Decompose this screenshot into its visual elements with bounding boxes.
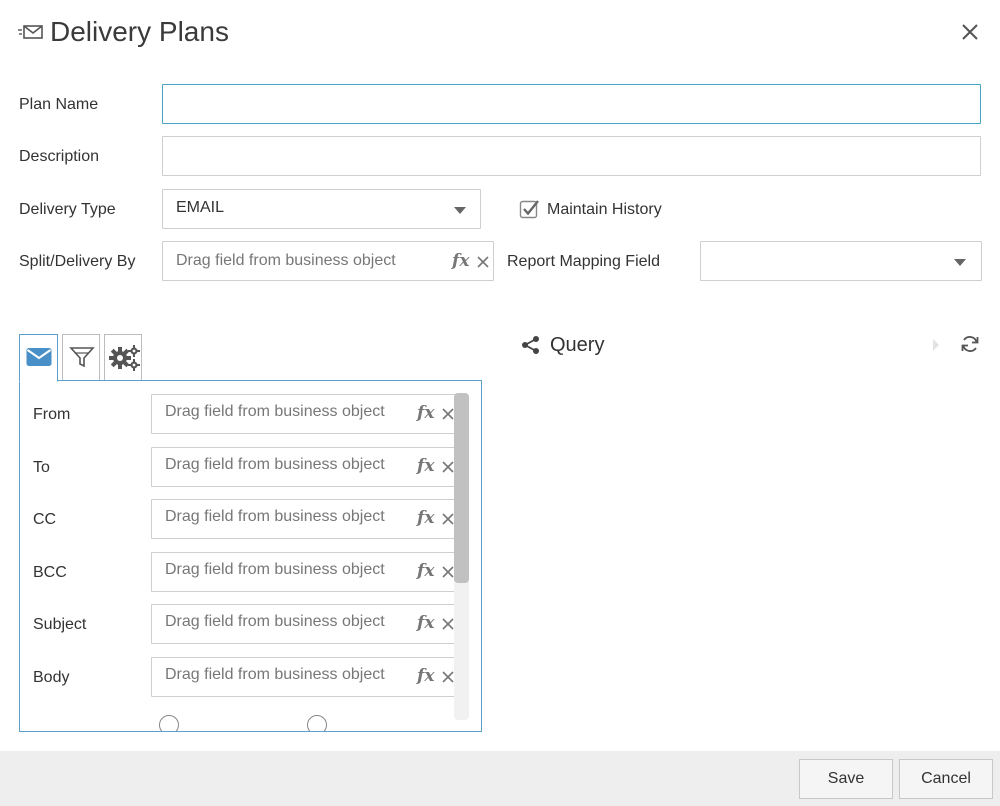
share-icon (521, 335, 541, 355)
play-icon[interactable] (931, 337, 941, 353)
email-field-label: From (33, 406, 71, 423)
email-settings-panel: From Drag field from business object fx To D… (19, 380, 482, 732)
tab-email[interactable] (19, 334, 58, 382)
description-label: Description (19, 148, 100, 165)
filter-icon (69, 345, 95, 374)
query-label: Query (550, 334, 605, 356)
email-field-placeholder: Drag field from business object (165, 560, 385, 578)
delivery-type-value: EMAIL (176, 199, 225, 216)
clear-icon[interactable] (441, 512, 455, 526)
report-mapping-select[interactable] (700, 241, 982, 281)
radio-button[interactable] (307, 715, 327, 731)
email-field-input[interactable]: Drag field from business object fx (151, 656, 461, 697)
save-button[interactable]: Save (799, 759, 893, 799)
email-field-input[interactable]: Drag field from business object fx (151, 446, 461, 487)
clear-icon[interactable] (441, 617, 455, 631)
email-field-placeholder: Drag field from business object (165, 403, 385, 420)
email-field-placeholder: Drag field from business object (165, 665, 385, 683)
dialog-title: Delivery Plans (50, 16, 229, 47)
fx-icon[interactable]: fx (417, 666, 434, 686)
email-field-input[interactable]: Drag field from business object fx (151, 551, 461, 592)
envelope-icon (26, 347, 52, 372)
fx-icon[interactable]: fx (417, 508, 434, 528)
close-icon[interactable] (958, 20, 982, 44)
radio-button[interactable] (159, 715, 179, 731)
tab-filter[interactable] (62, 334, 100, 380)
fx-icon[interactable]: fx (417, 613, 434, 633)
gears-icon (109, 344, 141, 377)
plan-name-label: Plan Name (19, 96, 99, 113)
maintain-history-checkbox[interactable] (519, 198, 541, 220)
description-input[interactable] (162, 136, 981, 176)
clear-icon[interactable] (441, 565, 455, 579)
email-field-input[interactable]: Drag field from business object fx (151, 604, 461, 644)
split-delivery-label: Split/Delivery By (19, 253, 136, 270)
email-field-label: Subject (33, 616, 87, 633)
chevron-down-icon (954, 259, 966, 266)
clear-icon[interactable] (441, 407, 455, 421)
report-mapping-label: Report Mapping Field (507, 253, 660, 270)
email-field-label: To (33, 458, 50, 476)
cancel-button[interactable]: Cancel (899, 759, 993, 799)
delivery-type-select[interactable]: EMAIL (162, 189, 481, 229)
fx-icon[interactable]: fx (417, 561, 434, 581)
email-field-label: BCC (33, 563, 67, 581)
panel-scrollbar[interactable] (454, 393, 469, 720)
delivery-type-label: Delivery Type (19, 201, 116, 218)
email-field-input[interactable]: Drag field from business object fx (151, 499, 461, 539)
plan-name-input[interactable] (162, 84, 981, 124)
envelope-send-icon (18, 21, 44, 43)
email-field-label: CC (33, 511, 57, 528)
fx-icon[interactable]: fx (452, 251, 469, 271)
scrollbar-thumb[interactable] (454, 393, 469, 583)
clear-icon[interactable] (441, 460, 455, 474)
email-field-input[interactable]: Drag field from business object fx (151, 394, 461, 434)
email-field-label: Body (33, 668, 70, 686)
clear-icon[interactable] (476, 255, 490, 269)
fx-icon[interactable]: fx (417, 403, 434, 423)
email-field-placeholder: Drag field from business object (165, 508, 385, 525)
fx-icon[interactable]: fx (417, 456, 434, 476)
email-field-placeholder: Drag field from business object (165, 455, 385, 473)
email-field-placeholder: Drag field from business object (165, 613, 385, 630)
split-delivery-field[interactable]: Drag field from business object fx (162, 241, 494, 281)
tab-settings[interactable] (104, 334, 142, 380)
maintain-history-label: Maintain History (547, 201, 662, 218)
clear-icon[interactable] (441, 670, 455, 684)
chevron-down-icon (454, 207, 466, 214)
refresh-icon[interactable] (960, 334, 980, 354)
split-delivery-placeholder: Drag field from business object (176, 252, 396, 269)
